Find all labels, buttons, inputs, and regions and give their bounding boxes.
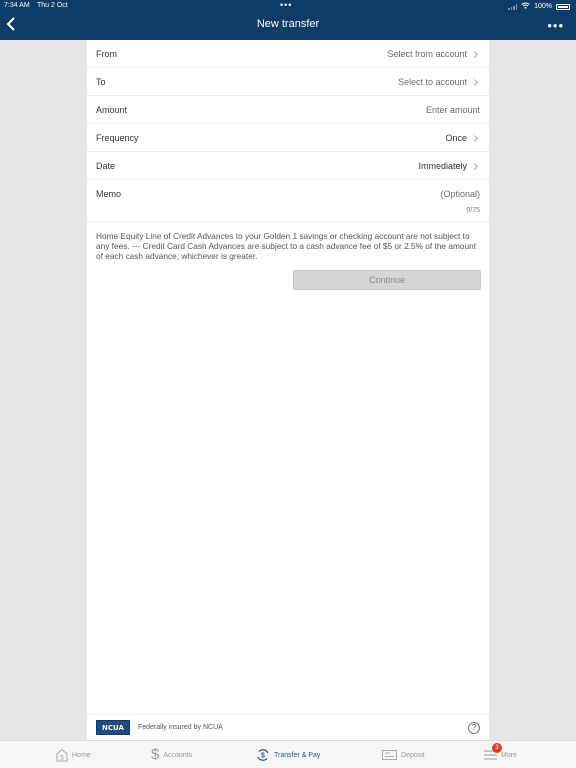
- tab-deposit[interactable]: Deposit: [382, 741, 425, 768]
- tab-bar: $ Home $ Accounts $ Transfer & Pay Depos…: [0, 740, 576, 768]
- tab-more-label: More: [501, 751, 517, 759]
- amount-input[interactable]: Enter amount: [426, 105, 480, 115]
- fee-notice: Home Equity Line of Credit Advances to y…: [96, 231, 477, 261]
- status-right: 100%: [508, 2, 570, 11]
- status-time: 7:34 AM: [4, 2, 30, 9]
- status-date: Thu 2 Oct: [37, 2, 68, 9]
- notification-badge: 3: [492, 743, 502, 753]
- chevron-right-icon: [473, 51, 479, 58]
- memo-char-counter: 0/75: [466, 207, 480, 214]
- tab-home[interactable]: $ Home: [56, 741, 91, 768]
- memo-row[interactable]: Memo (Optional) 0/75: [87, 180, 489, 222]
- top-bar: 7:34 AM Thu 2 Oct ••• 100% New transfer …: [0, 0, 576, 40]
- amount-row[interactable]: Amount Enter amount: [87, 96, 489, 124]
- transfer-icon: $: [257, 749, 269, 761]
- date-row[interactable]: Date Immediately: [87, 152, 489, 180]
- ncua-footer: NCUA Federally insured by NCUA ?: [87, 714, 489, 740]
- frequency-label: Frequency: [96, 133, 139, 143]
- ncua-logo: NCUA: [96, 720, 130, 735]
- tab-deposit-label: Deposit: [401, 751, 425, 759]
- tab-home-label: Home: [72, 751, 91, 759]
- chevron-right-icon: [473, 79, 479, 86]
- memo-label: Memo: [96, 189, 122, 199]
- to-label: To: [96, 77, 106, 87]
- date-value: Immediately: [418, 161, 467, 171]
- dollar-icon: $: [151, 746, 160, 763]
- battery-percent: 100%: [534, 3, 552, 10]
- status-bar: 7:34 AM Thu 2 Oct ••• 100%: [0, 0, 576, 12]
- tab-transfer-pay[interactable]: $ Transfer & Pay: [256, 741, 320, 768]
- to-value: Select to account: [397, 77, 467, 87]
- continue-button[interactable]: Continue: [293, 270, 481, 290]
- tab-accounts-label: Accounts: [163, 751, 193, 759]
- chevron-right-icon: [473, 163, 479, 170]
- check-deposit-icon: [382, 750, 397, 760]
- tab-transfer-pay-label: Transfer & Pay: [274, 751, 321, 759]
- nav-row: New transfer •••: [0, 14, 576, 38]
- more-options-button[interactable]: •••: [547, 18, 564, 33]
- wifi-icon: [521, 2, 530, 11]
- from-label: From: [96, 49, 117, 59]
- tab-more[interactable]: 3 More: [484, 741, 517, 768]
- to-account-row[interactable]: To Select to account: [87, 68, 489, 96]
- multitasking-dots-icon[interactable]: •••: [280, 0, 292, 10]
- memo-input[interactable]: (Optional): [440, 189, 480, 199]
- battery-icon: [556, 3, 570, 10]
- chevron-right-icon: [473, 135, 479, 142]
- svg-text:$: $: [261, 753, 265, 760]
- tab-accounts[interactable]: $ Accounts: [151, 741, 192, 768]
- from-value: Select from account: [387, 49, 467, 59]
- from-account-row[interactable]: From Select from account: [87, 40, 489, 68]
- signal-icon: [508, 3, 518, 10]
- date-label: Date: [96, 161, 116, 171]
- frequency-value: Once: [445, 133, 467, 143]
- help-button[interactable]: ?: [468, 722, 480, 734]
- frequency-row[interactable]: Frequency Once: [87, 124, 489, 152]
- amount-label: Amount: [96, 105, 128, 115]
- page-title: New transfer: [256, 18, 320, 30]
- home-icon: $: [56, 748, 68, 762]
- insured-text: Federally insured by NCUA: [138, 724, 223, 731]
- transfer-form: From Select from account To Select to ac…: [87, 40, 489, 740]
